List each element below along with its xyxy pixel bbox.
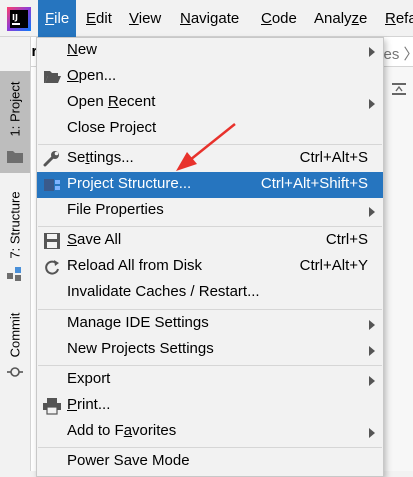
menu-item-invalidate-label: Invalidate Caches / Restart...: [67, 283, 260, 300]
menu-item-print[interactable]: Print...: [37, 393, 383, 419]
submenu-arrow-icon: [369, 346, 375, 356]
tab-commit[interactable]: Commit: [0, 305, 30, 387]
file-dropdown-menu: New Open... Open Recent Close Project Se…: [36, 37, 384, 477]
menu-item-export[interactable]: Export: [37, 367, 383, 393]
menu-navigate[interactable]: Navigate: [173, 0, 246, 37]
submenu-arrow-icon: [369, 47, 375, 57]
submenu-arrow-icon: [369, 320, 375, 330]
menu-item-manage-ide-label: Manage IDE Settings: [67, 314, 209, 331]
menu-item-add-to-favorites[interactable]: Add to Favorites: [37, 419, 383, 445]
menu-item-project-structure-label: Project Structure...: [67, 175, 192, 192]
menu-item-invalidate-caches[interactable]: Invalidate Caches / Restart...: [37, 280, 383, 306]
structure-icon: [7, 267, 21, 281]
svg-text:IJ: IJ: [12, 13, 18, 22]
menu-item-manage-ide-settings[interactable]: Manage IDE Settings: [37, 311, 383, 337]
menu-item-new-projects-settings-label: New Projects Settings: [67, 340, 214, 357]
menu-item-open[interactable]: Open...: [37, 64, 383, 90]
collapse-icon[interactable]: [392, 83, 406, 95]
menu-item-open-recent-label: Open Recent: [67, 93, 156, 110]
menu-edit[interactable]: Edit: [79, 0, 119, 37]
commit-icon: [7, 367, 23, 377]
menu-item-project-structure[interactable]: Project Structure... Ctrl+Alt+Shift+S: [37, 172, 383, 198]
tab-project-label: 1: Project: [7, 81, 23, 137]
menu-separator: [38, 309, 382, 310]
menu-item-add-favorites-label: Add to Favorites: [67, 422, 177, 439]
left-tool-strip: 1: Project 7: Structure Commit: [0, 37, 31, 471]
menu-separator: [38, 226, 382, 227]
menu-item-new-projects-settings[interactable]: New Projects Settings: [37, 337, 383, 363]
intellij-logo-icon: IJ: [7, 7, 31, 31]
menu-separator: [38, 447, 382, 448]
menu-analyze[interactable]: Analyze: [307, 0, 374, 37]
tab-structure[interactable]: 7: Structure: [0, 183, 30, 293]
submenu-arrow-icon: [369, 376, 375, 386]
tab-commit-label: Commit: [7, 312, 23, 358]
menu-item-export-label: Export: [67, 370, 111, 387]
printer-icon: [43, 398, 61, 415]
menu-view[interactable]: View: [122, 0, 168, 37]
menu-item-settings[interactable]: Settings... Ctrl+Alt+S: [37, 146, 383, 172]
right-toolbar: [383, 67, 413, 471]
menu-separator: [38, 144, 382, 145]
menu-item-settings-label: Settings...: [67, 149, 134, 166]
menu-item-save-all[interactable]: Save All Ctrl+S: [37, 228, 383, 254]
shortcut-label: Ctrl+Alt+Y: [299, 257, 368, 274]
submenu-arrow-icon: [369, 428, 375, 438]
menu-item-close-project-label: Close Project: [67, 119, 157, 136]
menu-file[interactable]: File: [38, 0, 77, 37]
open-folder-icon: [44, 71, 61, 83]
menu-refactor[interactable]: Refa: [378, 0, 413, 37]
menu-item-print-label: Print...: [67, 396, 111, 413]
shortcut-label: Ctrl+Alt+S: [299, 149, 368, 166]
menu-separator: [38, 365, 382, 366]
shortcut-label: Ctrl+S: [325, 231, 368, 248]
menu-code[interactable]: Code: [254, 0, 304, 37]
submenu-arrow-icon: [369, 99, 375, 109]
project-structure-icon: [44, 179, 60, 191]
menu-item-new-label: New: [67, 41, 98, 58]
menu-item-open-recent[interactable]: Open Recent: [37, 90, 383, 116]
menu-item-new[interactable]: New: [37, 38, 383, 64]
menu-item-open-label: Open...: [67, 67, 117, 84]
shortcut-label: Ctrl+Alt+Shift+S: [260, 175, 368, 192]
submenu-arrow-icon: [369, 207, 375, 217]
tab-project[interactable]: 1: Project: [0, 71, 30, 173]
save-icon: [44, 233, 60, 249]
menu-item-power-save-mode[interactable]: Power Save Mode: [37, 449, 383, 475]
folder-icon: [7, 151, 23, 163]
wrench-icon: [43, 151, 59, 167]
reload-icon: [45, 260, 59, 275]
menu-item-power-save-label: Power Save Mode: [67, 452, 190, 469]
menu-item-file-properties[interactable]: File Properties: [37, 198, 383, 224]
tab-structure-label: 7: Structure: [7, 191, 23, 259]
menu-item-reload-label: Reload All from Disk: [67, 257, 203, 274]
main-menubar: IJ File Edit View Navigate Code Analyze …: [0, 0, 413, 37]
menu-item-save-all-label: Save All: [67, 231, 122, 248]
menu-item-reload-all[interactable]: Reload All from Disk Ctrl+Alt+Y: [37, 254, 383, 280]
menu-item-file-properties-label: File Properties: [67, 201, 164, 218]
menu-item-close-project[interactable]: Close Project: [37, 116, 383, 142]
